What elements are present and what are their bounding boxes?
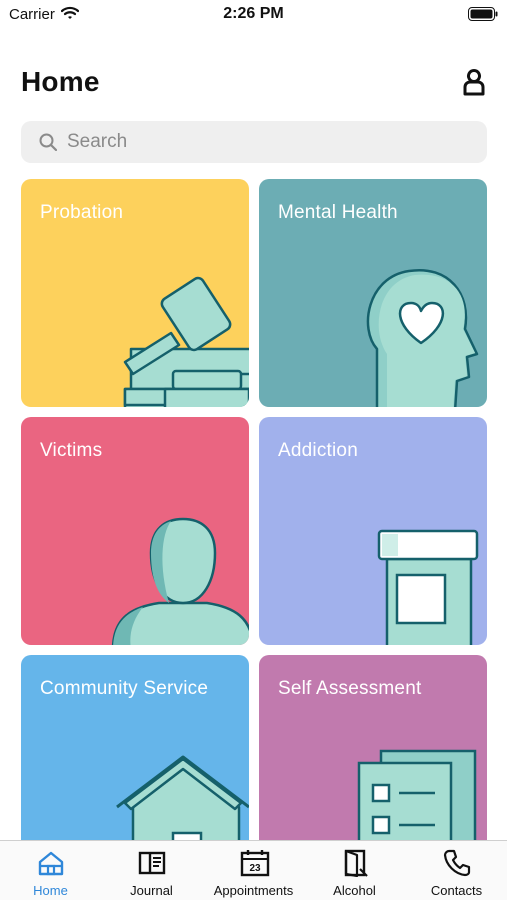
tile-label: Victims [40, 440, 103, 461]
tile-victims[interactable]: Victims [21, 417, 249, 645]
profile-icon[interactable] [462, 68, 486, 96]
tile-label: Probation [40, 202, 124, 223]
status-bar: Carrier 2:26 PM [0, 0, 507, 28]
tile-addiction[interactable]: Addiction [259, 417, 487, 645]
search-icon [39, 133, 57, 151]
battery-icon [468, 7, 498, 21]
tile-probation[interactable]: Probation [21, 179, 249, 407]
tile-label: Addiction [278, 440, 358, 461]
tab-contacts[interactable]: Contacts [406, 841, 507, 900]
door-icon [344, 849, 368, 877]
home-icon [38, 851, 64, 876]
tab-label: Contacts [430, 883, 483, 898]
tile-label: Community Service [40, 678, 209, 699]
calendar-icon: 23 [240, 850, 270, 877]
tile-label: Mental Health [278, 202, 398, 223]
tab-bar: Home Journal 23 Appointments Alcohol Con… [0, 840, 507, 900]
search-input[interactable] [67, 121, 467, 163]
tab-alcohol[interactable]: Alcohol [304, 841, 405, 900]
tile-mental-health[interactable]: Mental Health [259, 179, 487, 407]
journal-icon [138, 851, 166, 875]
tab-appointments[interactable]: 23 Appointments [203, 841, 304, 900]
page-title: Home [21, 66, 100, 97]
calendar-day: 23 [249, 863, 261, 874]
phone-icon [443, 849, 471, 877]
status-time: 2:26 PM [223, 5, 284, 22]
search-bar[interactable] [21, 121, 487, 163]
tab-home[interactable]: Home [0, 841, 101, 900]
tile-label: Self Assessment [278, 678, 422, 699]
header: Home [21, 62, 486, 102]
tab-journal[interactable]: Journal [101, 841, 202, 900]
